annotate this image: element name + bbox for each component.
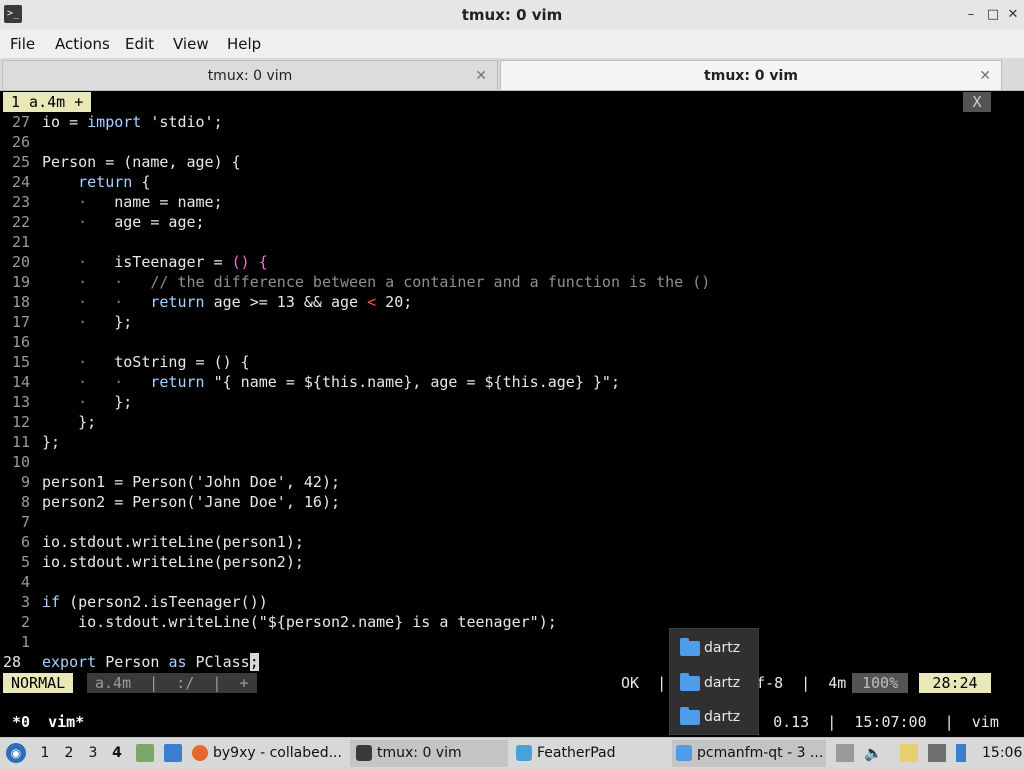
window-titlebar: >_ tmux: 0 vim – □ ✕ bbox=[0, 0, 1024, 31]
task-label: tmux: 0 vim bbox=[377, 745, 462, 761]
task-featherpad[interactable]: FeatherPad bbox=[516, 740, 666, 767]
vim-buffer-close-button[interactable]: X bbox=[963, 92, 991, 112]
folder-icon bbox=[680, 673, 700, 691]
taskbar: ◉ 1 2 3 4 by9xy - collabed... tmux: 0 vi… bbox=[0, 737, 1024, 769]
firefox-icon bbox=[192, 745, 208, 761]
terminal-icon bbox=[356, 745, 372, 761]
popup-item-label: dartz bbox=[704, 640, 741, 656]
workspace-2[interactable]: 2 bbox=[60, 738, 78, 769]
network-icon[interactable] bbox=[928, 744, 946, 762]
taskbar-group-popup: dartz dartz dartz bbox=[669, 628, 759, 735]
workspace-3[interactable]: 3 bbox=[84, 738, 102, 769]
tmux-window-name[interactable]: *0 vim* bbox=[12, 711, 84, 733]
file-manager-launcher-icon[interactable] bbox=[136, 744, 154, 762]
tab-close-icon[interactable]: ✕ bbox=[979, 61, 991, 91]
tab-label: tmux: 0 vim bbox=[207, 68, 293, 84]
menu-actions[interactable]: Actions bbox=[55, 30, 110, 58]
folder-icon bbox=[676, 745, 692, 761]
tab-close-icon[interactable]: ✕ bbox=[475, 61, 487, 91]
tab-label: tmux: 0 vim bbox=[704, 68, 798, 84]
task-firefox[interactable]: by9xy - collabed... bbox=[192, 740, 344, 767]
desktop-icon[interactable] bbox=[164, 744, 182, 762]
volume-icon[interactable]: 🔈 bbox=[864, 744, 883, 762]
close-button[interactable]: ✕ bbox=[1004, 6, 1022, 24]
minimize-button[interactable]: – bbox=[962, 6, 980, 24]
task-pcmanfm[interactable]: pcmanfm-qt - 3 ... bbox=[672, 740, 826, 767]
vim-statusline: NORMAL a.4m | :/ | + OK | tf-8 | 4m 100%… bbox=[3, 673, 991, 693]
vim-encoding: tf-8 | 4m bbox=[747, 674, 847, 692]
task-label: FeatherPad bbox=[537, 745, 616, 761]
tmux-status-right: 4 0.13 | 15:07:00 | vim bbox=[746, 713, 999, 731]
menu-file[interactable]: File bbox=[10, 30, 35, 58]
workspace-4[interactable]: 4 bbox=[108, 738, 126, 769]
menu-view[interactable]: View bbox=[173, 30, 209, 58]
clipboard-tray-icon[interactable] bbox=[836, 744, 854, 762]
menu-help[interactable]: Help bbox=[227, 30, 261, 58]
menu-bar: File Actions Edit View Help bbox=[0, 30, 1024, 58]
folder-icon bbox=[680, 638, 700, 656]
task-label: pcmanfm-qt - 3 ... bbox=[697, 745, 824, 761]
text-cursor: ; bbox=[249, 653, 259, 671]
bluetooth-icon[interactable] bbox=[956, 744, 966, 762]
task-tmux[interactable]: tmux: 0 vim bbox=[350, 740, 508, 767]
vim-percent: 100% bbox=[852, 673, 909, 693]
popup-item-label: dartz bbox=[704, 709, 741, 725]
clock[interactable]: 15:06 bbox=[982, 738, 1022, 769]
menu-edit[interactable]: Edit bbox=[125, 30, 154, 58]
tab-1[interactable]: tmux: 0 vim ✕ bbox=[2, 60, 498, 90]
tab-2[interactable]: tmux: 0 vim ✕ bbox=[500, 60, 1002, 90]
terminal-area[interactable]: 1 a.4m + X 27 io = import 'stdio'; 26 25 P… bbox=[0, 91, 1024, 737]
task-label: by9xy - collabed... bbox=[213, 745, 342, 761]
vim-mode: NORMAL bbox=[3, 673, 74, 693]
window-title: tmux: 0 vim bbox=[461, 6, 563, 24]
current-line-number: 28 bbox=[3, 653, 22, 671]
maximize-button[interactable]: □ bbox=[984, 6, 1002, 24]
start-menu-icon[interactable]: ◉ bbox=[6, 743, 26, 763]
tab-bar: tmux: 0 vim ✕ tmux: 0 vim ✕ bbox=[0, 58, 1024, 91]
workspace-1[interactable]: 1 bbox=[36, 738, 54, 769]
vim-cursor-position: 28:24 bbox=[919, 673, 991, 693]
notes-tray-icon[interactable] bbox=[900, 744, 918, 762]
featherpad-icon bbox=[516, 745, 532, 761]
popup-item-label: dartz bbox=[704, 675, 741, 691]
vim-buffer-tab[interactable]: 1 a.4m + bbox=[3, 92, 92, 112]
vim-file-segment: a.4m | :/ | + bbox=[87, 673, 257, 693]
vim-ok-status: OK | bbox=[621, 674, 667, 692]
tmux-status-bar: *0 vim* 4 0.13 | 15:07:00 | vim bbox=[0, 711, 1024, 733]
folder-icon bbox=[680, 707, 700, 725]
